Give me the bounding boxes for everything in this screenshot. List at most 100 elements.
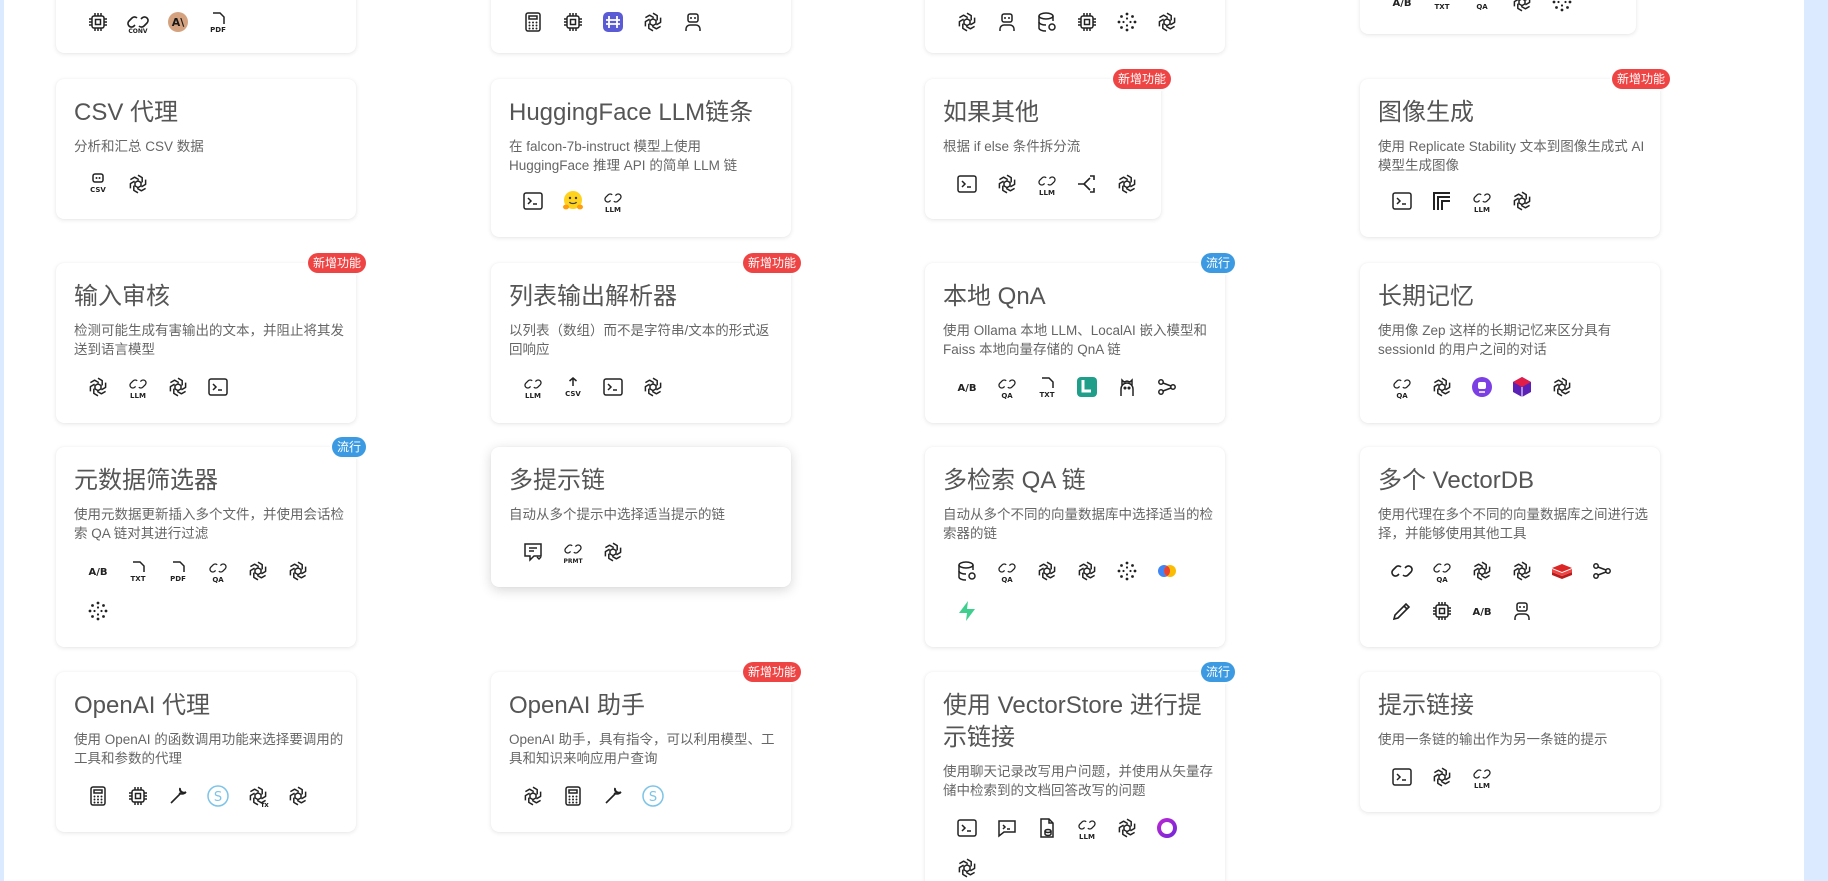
gradient-ring-icon bbox=[1147, 808, 1187, 848]
card-icons: A/B TXT QA bbox=[1382, 0, 1626, 22]
openai-icon bbox=[1107, 164, 1147, 204]
svg-text:S: S bbox=[214, 790, 222, 805]
llm-icon: LLM bbox=[513, 367, 553, 407]
svg-text:CSV: CSV bbox=[90, 186, 106, 194]
database-icon bbox=[947, 551, 987, 591]
svg-text:QA: QA bbox=[212, 576, 224, 583]
openai-icon bbox=[278, 776, 318, 816]
card-multi-prompt-chain[interactable]: 多提示链 自动从多个提示中选择适当提示的链 PRMT bbox=[491, 447, 791, 587]
card-partial-3[interactable] bbox=[925, 0, 1225, 53]
card-icons: LLM bbox=[78, 367, 346, 407]
card-if-else[interactable]: 新增功能 如果其他 根据 if else 条件拆分流 LLM bbox=[925, 69, 1171, 219]
svg-text:A/B: A/B bbox=[957, 383, 976, 394]
new-feature-badge: 新增功能 bbox=[742, 662, 801, 682]
card-partial-4[interactable]: A/B TXT QA bbox=[1360, 0, 1636, 34]
card-partial-2[interactable] bbox=[491, 0, 791, 53]
split-icon bbox=[1067, 164, 1107, 204]
card-multiple-vectordb[interactable]: 多个 VectorDB 使用代理在多个不同的向量数据库之间进行选择，并能够使用其… bbox=[1360, 447, 1660, 647]
qa-icon: QA bbox=[987, 551, 1027, 591]
llm-icon: LLM bbox=[593, 181, 633, 221]
openai-icon bbox=[1502, 551, 1542, 591]
svg-text:fx: fx bbox=[261, 801, 269, 808]
card-openai-assistant[interactable]: 新增功能 OpenAI 助手 OpenAI 助手，具有指令，可以利用模型、工具和… bbox=[491, 662, 801, 832]
card-title: 多个 VectorDB bbox=[1378, 467, 1535, 494]
svg-text:LLM: LLM bbox=[1474, 782, 1490, 789]
popular-badge: 流行 bbox=[1200, 253, 1235, 273]
card-icons: QA A/B bbox=[1382, 551, 1650, 631]
message-icon bbox=[513, 532, 553, 572]
card-list-output-parser[interactable]: 新增功能 列表输出解析器 以列表（数组）而不是字符串/文本的形式返回响应 LLM… bbox=[491, 253, 801, 423]
card-icons bbox=[513, 2, 781, 42]
csv-agent-icon: CSV bbox=[78, 164, 118, 204]
card-vectorstore-prompt-chain[interactable]: 流行 使用 VectorStore 进行提示链接 使用聊天记录改写用户问题，并使… bbox=[925, 662, 1235, 881]
popular-badge: 流行 bbox=[1200, 662, 1235, 682]
card-image-generation[interactable]: 新增功能 图像生成 使用 Replicate Stability 文本到图像生成… bbox=[1360, 69, 1670, 237]
card-icons: LLM bbox=[1382, 181, 1650, 221]
card-description: 在 falcon-7b-instruct 模型上使用 HuggingFace 推… bbox=[509, 139, 738, 173]
svg-text:PRMT: PRMT bbox=[563, 558, 583, 564]
nodes-icon bbox=[1147, 367, 1187, 407]
card-metadata-filter[interactable]: 流行 元数据筛选器 使用元数据更新插入多个文件，并使用会话检索 QA 链对其进行… bbox=[56, 437, 366, 647]
card-title: 提示链接 bbox=[1378, 692, 1474, 719]
card-description: 使用一条链的输出作为另一条链的提示 bbox=[1378, 732, 1608, 747]
svg-text:LLM: LLM bbox=[525, 392, 541, 399]
svg-text:QA: QA bbox=[1001, 392, 1013, 399]
card-title: HuggingFace LLM链条 bbox=[509, 99, 754, 126]
svg-text:CSV: CSV bbox=[565, 390, 581, 398]
replicate-icon bbox=[1422, 181, 1462, 221]
card-icons: LLM bbox=[947, 808, 1215, 881]
card-description: 根据 if else 条件拆分流 bbox=[943, 139, 1081, 154]
card-description: 自动从多个不同的向量数据库中选择适当的检索器的链 bbox=[943, 507, 1213, 541]
cpu-icon bbox=[118, 776, 158, 816]
card-description: 使用像 Zep 这样的长期记忆来区分具有 sessionId 的用户之间的对话 bbox=[1378, 323, 1612, 357]
card-input-moderation[interactable]: 新增功能 输入审核 检测可能生成有害输出的文本，并阻止将其发送到语言模型 LLM bbox=[56, 253, 366, 423]
card-csv-agent[interactable]: CSV 代理 分析和汇总 CSV 数据 CSV bbox=[56, 79, 356, 219]
openai-icon bbox=[1502, 0, 1542, 22]
terminal-icon bbox=[513, 181, 553, 221]
ollama-icon bbox=[1107, 367, 1147, 407]
svg-text:A/B: A/B bbox=[88, 567, 107, 578]
wrench-icon bbox=[158, 776, 198, 816]
svg-text:QA: QA bbox=[1396, 392, 1408, 399]
terminal-icon bbox=[593, 367, 633, 407]
svg-text:TXT: TXT bbox=[1040, 391, 1055, 399]
card-huggingface-llm[interactable]: HuggingFace LLM链条 在 falcon-7b-instruct 模… bbox=[491, 79, 791, 237]
svg-text:LLM: LLM bbox=[1474, 206, 1490, 213]
card-partial-1[interactable]: CONV A\ PDF bbox=[56, 0, 356, 53]
app-icon bbox=[593, 2, 633, 42]
zep-icon bbox=[1462, 367, 1502, 407]
card-prompt-chaining[interactable]: 提示链接 使用一条链的输出作为另一条链的提示 LLM bbox=[1360, 672, 1660, 812]
card-description: 使用 OpenAI 的函数调用功能来选择要调用的工具和参数的代理 bbox=[74, 732, 344, 766]
card-local-qna[interactable]: 流行 本地 QnA 使用 Ollama 本地 LLM、LocalAI 嵌入模型和… bbox=[925, 253, 1235, 423]
card-title: 多检索 QA 链 bbox=[943, 467, 1086, 494]
document-store-icon bbox=[1027, 808, 1067, 848]
new-feature-badge: 新增功能 bbox=[1611, 69, 1670, 89]
openai-icon bbox=[1542, 367, 1582, 407]
qa-icon: QA bbox=[198, 551, 238, 591]
openai-icon bbox=[238, 551, 278, 591]
card-description: OpenAI 助手，具有指令，可以利用模型、工具和知识来响应用户查询 bbox=[509, 732, 775, 766]
terminal-icon bbox=[198, 367, 238, 407]
openai-icon bbox=[1422, 367, 1462, 407]
svg-text:A\: A\ bbox=[172, 16, 186, 29]
serp-icon: S bbox=[198, 776, 238, 816]
flower-icon bbox=[1542, 0, 1582, 22]
svg-text:PDF: PDF bbox=[170, 575, 186, 583]
card-long-term-memory[interactable]: 长期记忆 使用像 Zep 这样的长期记忆来区分具有 sessionId 的用户之… bbox=[1360, 263, 1660, 423]
cpu-icon bbox=[1067, 2, 1107, 42]
card-description: 使用聊天记录改写用户问题，并使用从矢量存储中检索到的文档回答改写的问题 bbox=[943, 764, 1213, 798]
card-openai-agent[interactable]: OpenAI 代理 使用 OpenAI 的函数调用功能来选择要调用的工具和参数的… bbox=[56, 672, 356, 832]
qa-icon: QA bbox=[1382, 367, 1422, 407]
database-icon bbox=[1027, 2, 1067, 42]
card-title: 多提示链 bbox=[509, 467, 605, 494]
txt-icon: TXT bbox=[1422, 0, 1462, 22]
card-title: 列表输出解析器 bbox=[509, 283, 677, 310]
openai-icon bbox=[1462, 551, 1502, 591]
card-multi-retrieval-qa[interactable]: 多检索 QA 链 自动从多个不同的向量数据库中选择适当的检索器的链 QA bbox=[925, 447, 1225, 647]
scroll-rail bbox=[1804, 0, 1828, 881]
flower-icon bbox=[78, 591, 118, 631]
card-icons: A/B TXT PDF QA bbox=[78, 551, 346, 631]
redis-icon bbox=[1542, 551, 1582, 591]
openai-function-icon: fx bbox=[238, 776, 278, 816]
flower-icon bbox=[1107, 2, 1147, 42]
